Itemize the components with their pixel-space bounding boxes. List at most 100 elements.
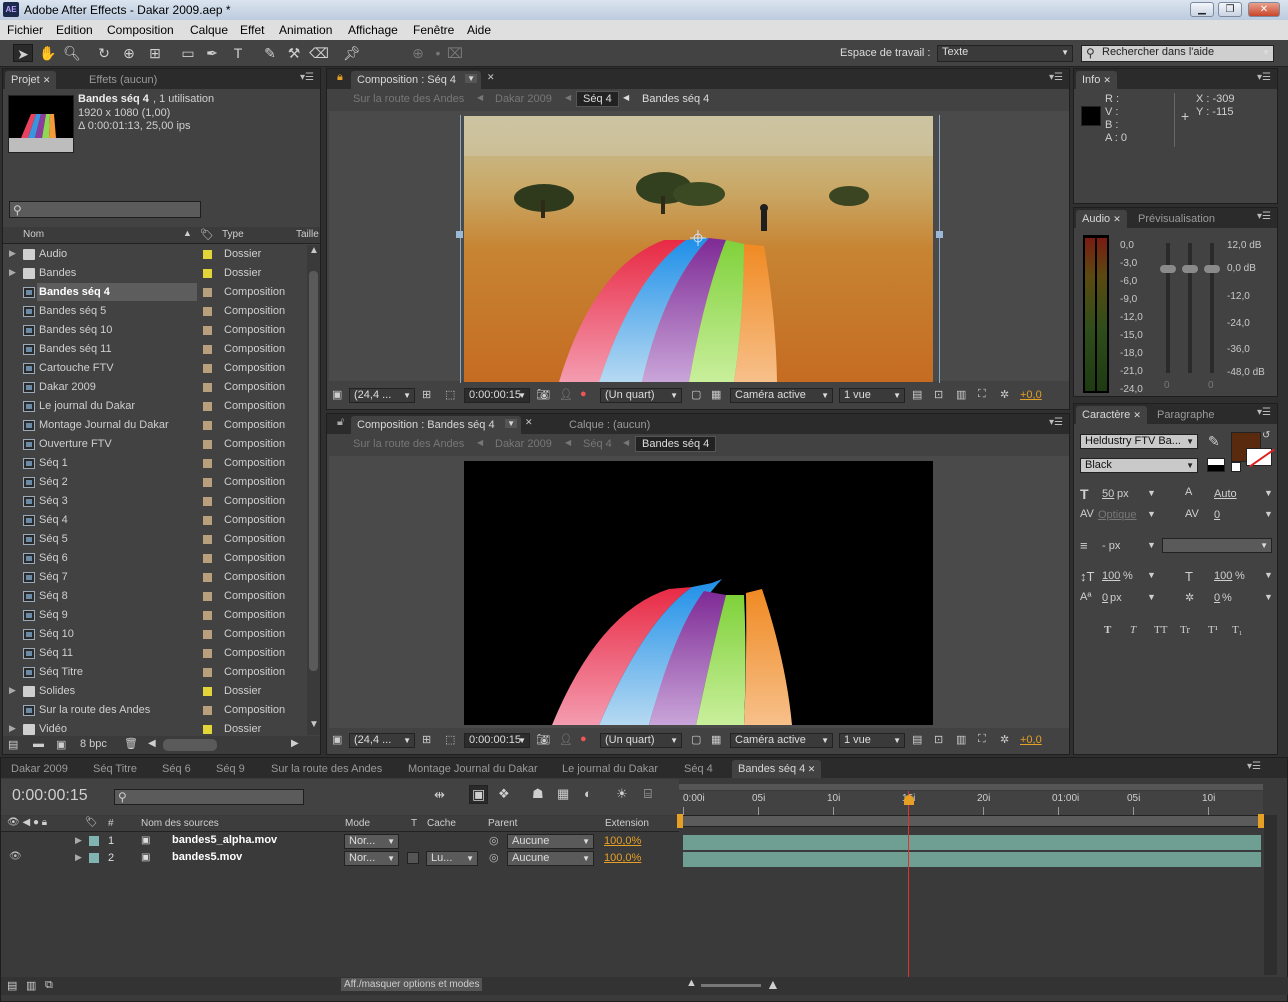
selection-tool-icon[interactable]: ➤: [13, 44, 33, 62]
project-item[interactable]: Séq Titre Composition: [3, 663, 307, 682]
close-tab-icon[interactable]: ✕: [43, 75, 51, 85]
menu-fenetre[interactable]: Fenêtre: [413, 23, 454, 37]
label-color-swatch[interactable]: [203, 326, 212, 335]
panel-menu-icon[interactable]: ▾☰: [1049, 72, 1063, 83]
project-item[interactable]: Séq 7 Composition: [3, 568, 307, 587]
close-button[interactable]: ✕: [1248, 2, 1280, 17]
tab-previsualisation[interactable]: Prévisualisation: [1132, 210, 1221, 228]
label-color-swatch[interactable]: [89, 853, 99, 863]
expand-arrow-icon[interactable]: ▶: [9, 248, 16, 259]
baseline-shift-value[interactable]: 0: [1102, 592, 1108, 604]
tab-composition-bandes[interactable]: Composition : Bandes séq 4 ▼: [351, 416, 521, 434]
layer-source-name[interactable]: bandes5_alpha.mov: [172, 834, 277, 846]
eyedropper-icon[interactable]: ✎: [1208, 433, 1220, 450]
help-search-input[interactable]: Rechercher dans l'aide: [1081, 45, 1274, 62]
project-item[interactable]: Séq 6 Composition: [3, 549, 307, 568]
label-color-swatch[interactable]: [203, 630, 212, 639]
draft-3d-icon[interactable]: ❖: [498, 786, 510, 802]
no-fill-icon[interactable]: [1231, 462, 1241, 472]
crumb-seq4[interactable]: Séq 4: [583, 438, 612, 450]
tsume-dropdown-icon[interactable]: ▼: [1264, 592, 1273, 602]
toggle-in-out-icon[interactable]: ⧉: [45, 979, 53, 992]
resolution-select[interactable]: (Un quart): [600, 733, 682, 748]
label-color-swatch[interactable]: [203, 440, 212, 449]
project-item[interactable]: Le journal du Dakar Composition: [3, 397, 307, 416]
close-tab-icon[interactable]: ✕: [805, 764, 816, 774]
column-source-name[interactable]: Nom des sources: [141, 818, 219, 829]
project-item[interactable]: Séq 4 Composition: [3, 511, 307, 530]
layer-source-name[interactable]: bandes5.mov: [172, 851, 242, 863]
rectangle-mask-tool-icon[interactable]: ▭: [178, 44, 198, 62]
layer-2-bar[interactable]: [683, 852, 1261, 867]
vertical-scale-value[interactable]: 100: [1102, 570, 1120, 582]
label-color-swatch[interactable]: [203, 668, 212, 677]
crumb-sur-la-route[interactable]: Sur la route des Andes: [353, 438, 464, 450]
comp-mini-flowchart-icon[interactable]: ⇹: [434, 787, 445, 803]
timeline-layer-row[interactable]: ▶ 1 ▣ bandes5_alpha.mov Nor... ◎ Aucune 100,0%: [1, 833, 679, 850]
channel-rgb-icon[interactable]: ●: [580, 733, 587, 745]
resolution-select[interactable]: (Un quart): [600, 388, 682, 403]
project-item[interactable]: Séq 5 Composition: [3, 530, 307, 549]
close-tab-icon[interactable]: ✕: [1103, 75, 1111, 85]
always-preview-icon[interactable]: ▣: [332, 388, 342, 401]
stroke-width-value[interactable]: - px: [1102, 540, 1120, 552]
blend-mode-select[interactable]: Nor...: [344, 851, 399, 866]
project-item[interactable]: Dakar 2009 Composition: [3, 378, 307, 397]
panel-menu-icon[interactable]: ▾☰: [1257, 72, 1271, 83]
camera-select[interactable]: Caméra active: [730, 733, 833, 748]
time-graph[interactable]: 0:00i05i10i15i20i01:00i05i10i: [677, 779, 1279, 979]
label-color-swatch[interactable]: [203, 345, 212, 354]
scroll-thumb[interactable]: [309, 271, 318, 671]
menu-calque[interactable]: Calque: [190, 23, 228, 37]
clone-stamp-tool-icon[interactable]: ⚒: [284, 44, 304, 62]
interpret-footage-icon[interactable]: ▤: [8, 738, 18, 751]
current-time-display[interactable]: 0:00:00:15: [464, 388, 530, 403]
menu-edition[interactable]: Edition: [56, 23, 93, 37]
tab-composition-seq4[interactable]: Composition : Séq 4 ▼: [351, 71, 481, 89]
label-color-swatch[interactable]: [203, 421, 212, 430]
menu-animation[interactable]: Animation: [279, 23, 332, 37]
toggle-switches-modes-button[interactable]: Aff./masquer options et modes: [341, 978, 483, 991]
region-of-interest-icon[interactable]: ▢: [691, 388, 701, 401]
snapshot-camera-icon[interactable]: 📷︎: [536, 733, 550, 746]
tab-caractere[interactable]: Caractère ✕: [1076, 406, 1147, 424]
tab-info[interactable]: Info ✕: [1076, 71, 1117, 89]
zoom-in-icon[interactable]: ▲: [766, 976, 780, 992]
zoom-tool-icon[interactable]: 🔍︎: [62, 44, 82, 62]
viewer-bottom-canvas[interactable]: [329, 456, 1069, 728]
handle-right[interactable]: [936, 231, 943, 238]
hscroll-thumb[interactable]: [163, 739, 217, 751]
label-color-swatch[interactable]: [203, 535, 212, 544]
project-item[interactable]: Bandes séq 4 Composition: [3, 283, 307, 302]
tab-layer[interactable]: Calque : (aucun): [563, 416, 656, 434]
hscale-dropdown-icon[interactable]: ▼: [1264, 570, 1273, 580]
subscript-button[interactable]: T₁: [1232, 624, 1243, 636]
camera-select[interactable]: Caméra active: [730, 388, 833, 403]
project-item[interactable]: Séq 3 Composition: [3, 492, 307, 511]
leading-value[interactable]: Auto: [1214, 488, 1237, 500]
timeline-vscroll[interactable]: [1264, 815, 1277, 975]
parent-select[interactable]: Aucune: [507, 851, 594, 866]
project-item[interactable]: ▶ Solides Dossier: [3, 682, 307, 701]
tab-paragraphe[interactable]: Paragraphe: [1151, 406, 1221, 424]
tab-dropdown-icon[interactable]: ▼: [465, 74, 477, 83]
timeline-search-input[interactable]: ⚲: [114, 789, 304, 805]
exposure-reset-icon[interactable]: ✲: [1000, 388, 1009, 401]
zoom-out-icon[interactable]: ▲: [686, 977, 697, 989]
maximize-button[interactable]: ❐: [1218, 2, 1242, 17]
eraser-tool-icon[interactable]: ⌫: [309, 44, 329, 62]
label-color-swatch[interactable]: [203, 478, 212, 487]
project-item[interactable]: Bandes séq 11 Composition: [3, 340, 307, 359]
work-area-start[interactable]: [677, 814, 683, 828]
rotate-tool-icon[interactable]: ↻: [94, 44, 114, 62]
view-layout-select[interactable]: 1 vue: [839, 388, 905, 403]
stroke-width-dropdown-icon[interactable]: ▼: [1147, 540, 1156, 550]
workspace-select[interactable]: Texte: [937, 45, 1073, 62]
column-name[interactable]: Nom: [23, 229, 44, 240]
lock-icon[interactable]: 🔒︎: [337, 71, 343, 84]
label-color-swatch[interactable]: [203, 269, 212, 278]
work-area-navigator[interactable]: [679, 784, 1263, 790]
project-item[interactable]: ▶ Audio Dossier: [3, 245, 307, 264]
stroke-color-swatch[interactable]: [1246, 448, 1275, 468]
expand-layer-icon[interactable]: ▶: [75, 852, 82, 863]
